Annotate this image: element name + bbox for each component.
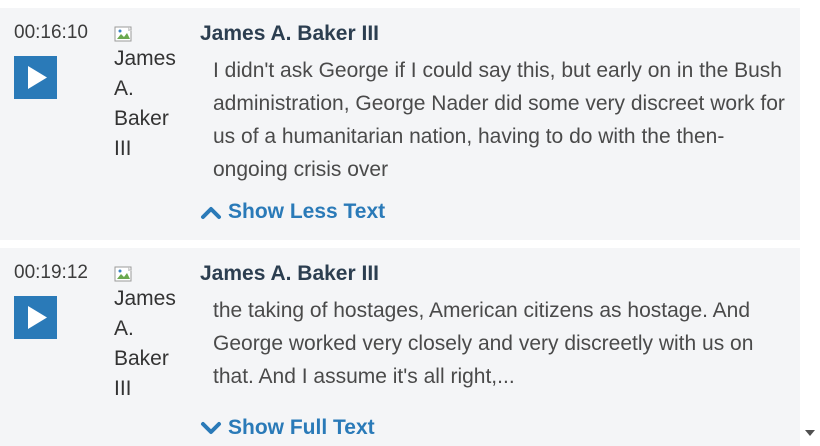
speaker-image-alt: James	[114, 47, 176, 70]
speaker-image-alt: A.	[114, 317, 134, 340]
transcript-entry: 00:19:12 James A. Baker III James A. Bak…	[0, 248, 800, 446]
speaker-image-alt: III	[114, 377, 132, 400]
toggle-label: Show Less Text	[228, 200, 386, 223]
chevron-down-icon	[201, 422, 221, 434]
toggle-label: Show Full Text	[228, 416, 375, 439]
speaker-image-alt: III	[114, 137, 132, 160]
transcript-list: 00:16:10 James A. Baker III James A. Bak…	[0, 0, 800, 446]
speaker-image-alt: Baker	[114, 107, 169, 130]
speaker-image: James A. Baker III	[114, 26, 189, 164]
play-icon	[28, 306, 47, 329]
speaker-image: James A. Baker III	[114, 266, 189, 404]
show-full-text-link[interactable]: Show Full Text	[200, 416, 375, 440]
transcript-entry: 00:16:10 James A. Baker III James A. Bak…	[0, 8, 800, 240]
broken-image-icon	[114, 26, 132, 42]
play-button[interactable]	[14, 56, 57, 99]
vertical-scrollbar[interactable]	[800, 0, 820, 446]
speaker-name: James A. Baker III	[200, 22, 379, 45]
timestamp: 00:19:12	[14, 262, 88, 283]
play-button[interactable]	[14, 296, 57, 339]
timestamp: 00:16:10	[14, 22, 88, 43]
show-less-text-link[interactable]: Show Less Text	[200, 200, 385, 224]
transcript-text: the taking of hostages, American citizen…	[213, 299, 754, 388]
transcript-text: I didn't ask George if I could say this,…	[213, 59, 785, 181]
speaker-name: James A. Baker III	[200, 262, 379, 285]
scroll-down-arrow-icon[interactable]	[805, 430, 815, 436]
speaker-image-alt: Baker	[114, 347, 169, 370]
transcript-viewport: 00:16:10 James A. Baker III James A. Bak…	[0, 0, 820, 446]
broken-image-icon	[114, 266, 132, 282]
speaker-image-alt: A.	[114, 77, 134, 100]
play-icon	[28, 66, 47, 89]
speaker-image-alt: James	[114, 287, 176, 310]
chevron-up-icon	[201, 207, 221, 219]
